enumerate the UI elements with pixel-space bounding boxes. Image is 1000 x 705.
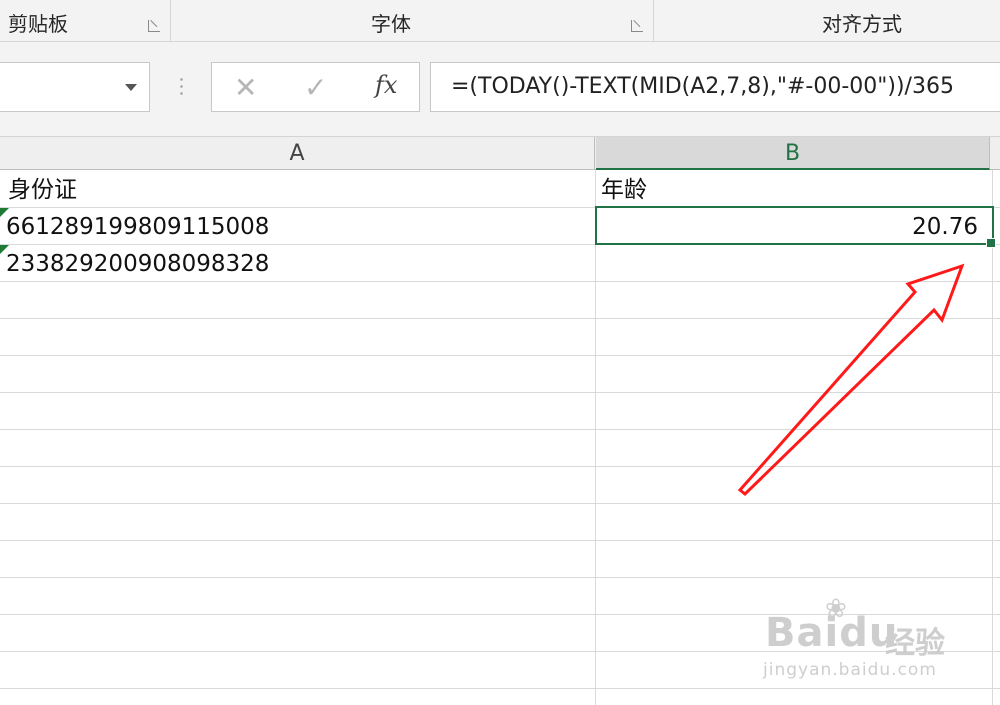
watermark-suffix: 经验 [885,626,945,661]
watermark-url: jingyan.baidu.com [763,660,937,680]
watermark-logo: Baidu [765,610,899,656]
baidu-watermark: ❀ Baidu 经验 jingyan.baidu.com [755,592,975,692]
